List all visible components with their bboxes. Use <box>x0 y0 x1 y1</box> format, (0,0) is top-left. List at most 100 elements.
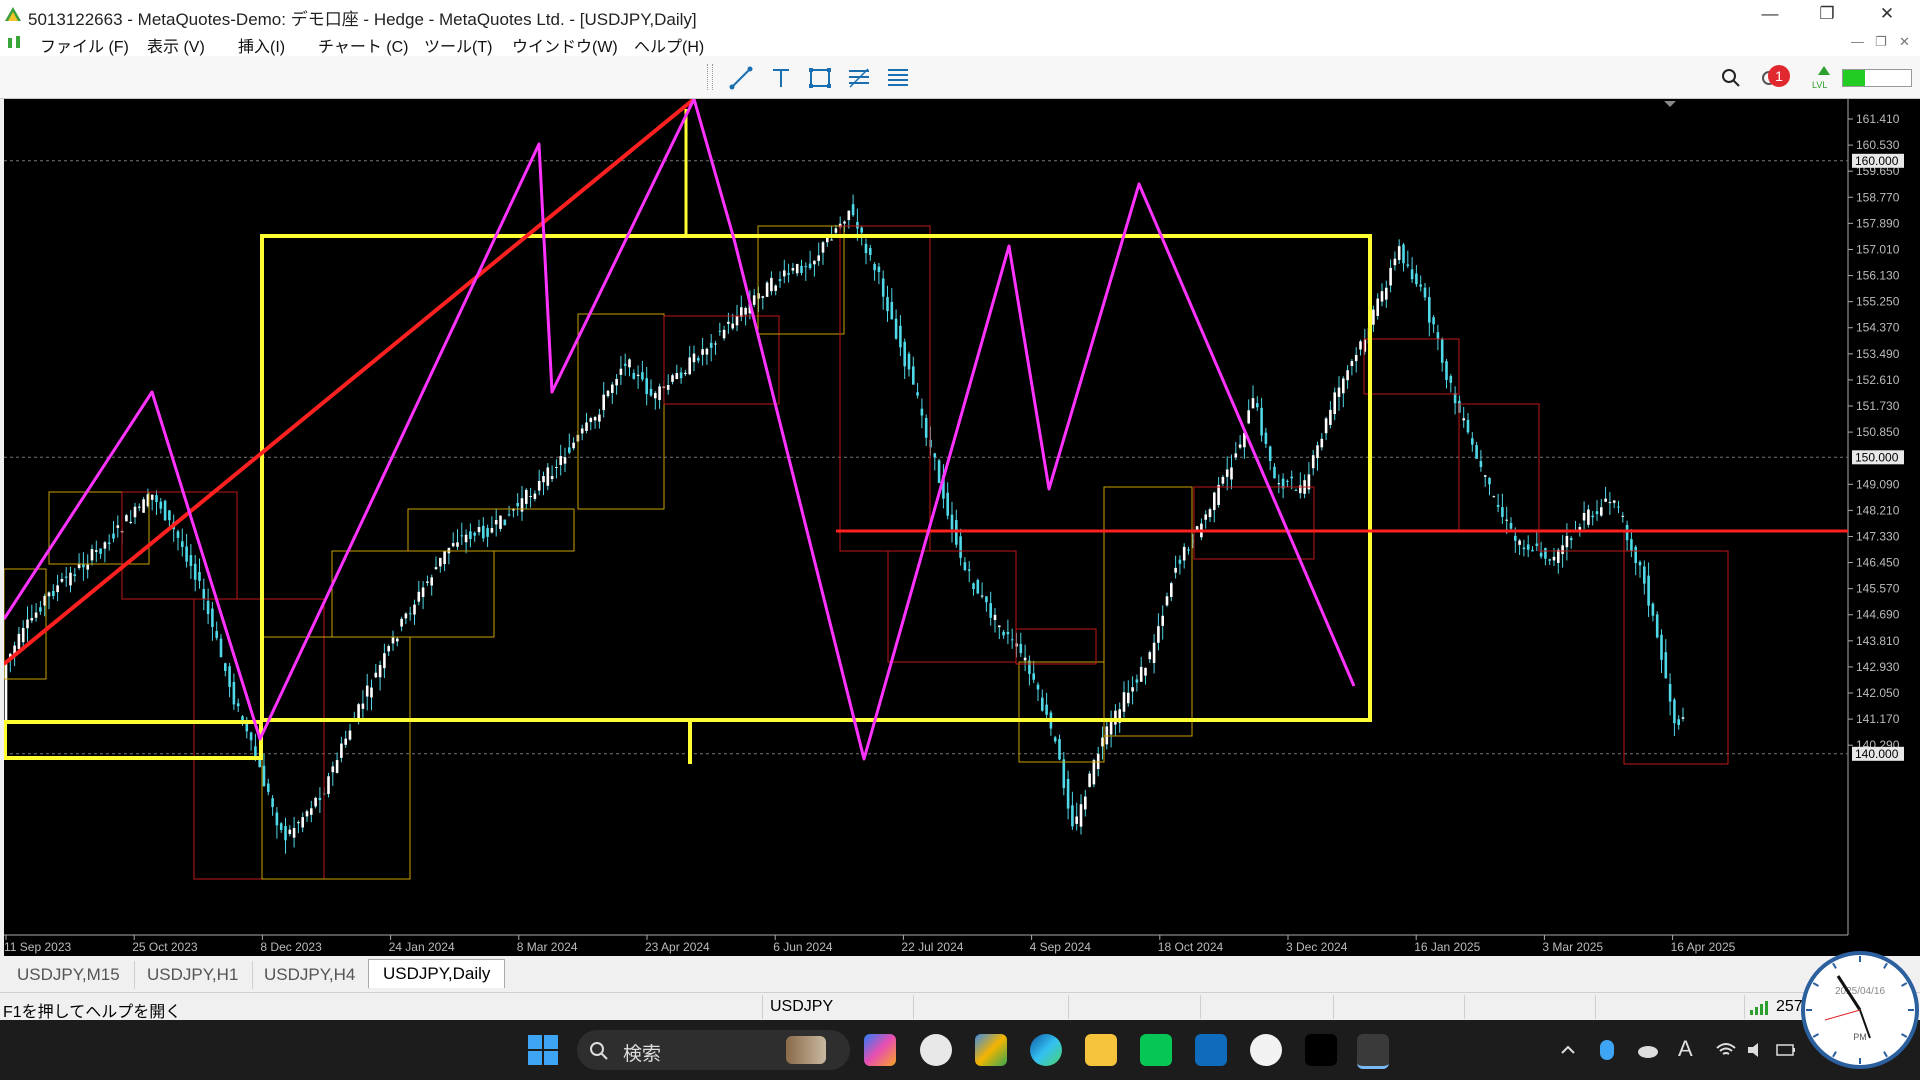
candle-body <box>155 495 158 503</box>
date-label: 3 Mar 2025 <box>1542 940 1603 954</box>
candle-body <box>133 506 137 518</box>
candle-body <box>1204 514 1207 520</box>
chart-tabs: USDJPY,M15 USDJPY,H1 USDJPY,H4 USDJPY,Da… <box>0 957 1920 991</box>
candle-body <box>1075 816 1078 824</box>
tradingview-icon[interactable] <box>1250 1034 1282 1066</box>
candle-body <box>1058 739 1061 760</box>
candle-body <box>434 567 438 570</box>
menu-insert[interactable]: 挿入(I) <box>238 33 285 57</box>
taskbar-search-placeholder: 検索 <box>623 1044 662 1065</box>
onedrive-icon[interactable] <box>1637 1042 1659 1058</box>
candle-body <box>1174 567 1177 573</box>
chart-canvas[interactable]: 161.410160.530159.650158.770157.890157.0… <box>2 97 1920 956</box>
windows-start-icon[interactable] <box>528 1035 558 1065</box>
candle-body <box>275 812 279 826</box>
candle-body <box>568 447 571 453</box>
candle-body <box>1311 455 1315 469</box>
clock-app-icon[interactable] <box>920 1034 952 1066</box>
candle-body <box>632 373 636 379</box>
mdi-minimize-button[interactable]: — <box>1851 34 1864 49</box>
candle-body <box>1483 475 1487 477</box>
candle-body <box>907 353 911 370</box>
candle-body <box>163 500 167 521</box>
price-label: 158.770 <box>1856 190 1900 204</box>
candle-body <box>705 348 709 355</box>
outlook-icon[interactable] <box>1195 1034 1227 1066</box>
line-app-icon[interactable] <box>1140 1034 1172 1066</box>
candle-body <box>817 255 820 261</box>
edge-browser-icon[interactable] <box>1030 1034 1062 1066</box>
channel-icon[interactable] <box>885 65 911 91</box>
close-button[interactable]: ✕ <box>1860 0 1914 30</box>
bluetooth-icon[interactable] <box>1600 1040 1614 1060</box>
candle-body <box>292 828 296 838</box>
price-chart[interactable]: 161.410 160.530 159.650 158.770 157.890 157.0… <box>2 97 1920 956</box>
clock-date: 2025/04/16 <box>1835 986 1885 997</box>
candle-body <box>993 614 997 620</box>
title-bar: 5013122663 - MetaQuotes-Demo: デモ口座 - Hed… <box>0 0 1920 30</box>
date-label: 22 Jul 2024 <box>901 940 963 954</box>
candle-body <box>99 548 102 554</box>
candle-body <box>972 583 975 590</box>
minimize-button[interactable]: — <box>1743 0 1797 30</box>
candle-body <box>611 384 614 393</box>
photos-icon[interactable] <box>975 1034 1007 1066</box>
candle-body <box>1638 561 1642 566</box>
mdi-restore-button[interactable]: ❐ <box>1875 34 1887 50</box>
candle-body <box>47 592 51 597</box>
candle-body <box>1023 657 1027 661</box>
candle-body <box>34 612 38 618</box>
tab-usdjpy-daily[interactable]: USDJPY,Daily <box>368 959 506 988</box>
date-label: 25 Oct 2023 <box>132 940 198 954</box>
candle-body <box>1346 370 1349 381</box>
trendline-icon[interactable] <box>728 65 754 91</box>
search-icon[interactable] <box>1718 65 1744 91</box>
candle-body <box>735 316 739 326</box>
candle-body <box>464 534 468 543</box>
menu-file[interactable]: ファイル (F) <box>40 33 129 57</box>
file-explorer-icon[interactable] <box>1085 1034 1117 1066</box>
menu-chart[interactable]: チャート (C) <box>318 33 409 57</box>
candle-body <box>976 580 980 594</box>
fibonacci-icon[interactable] <box>846 65 872 91</box>
price-label: 145.570 <box>1856 582 1900 596</box>
menu-window[interactable]: ウインドウ(W) <box>512 33 618 57</box>
copilot-icon[interactable] <box>864 1034 896 1066</box>
candle-body <box>1359 341 1362 350</box>
xm-trading-icon[interactable] <box>1305 1034 1337 1066</box>
chevron-up-icon[interactable] <box>1560 1042 1576 1058</box>
candle-body <box>1625 524 1629 541</box>
candle-body <box>1157 626 1160 643</box>
signal-strength-icon <box>1818 66 1830 75</box>
wifi-icon[interactable] <box>1716 1042 1736 1058</box>
candle-body <box>903 341 906 367</box>
tab-usdjpy-m15[interactable]: USDJPY,M15 <box>3 961 135 989</box>
text-icon[interactable] <box>768 65 794 91</box>
menu-help[interactable]: ヘルプ(H) <box>634 33 704 57</box>
menu-view[interactable]: 表示 (V) <box>147 33 205 57</box>
candle-body <box>916 392 919 396</box>
lvl-label: LVL <box>1812 80 1828 90</box>
battery-icon[interactable] <box>1776 1042 1796 1058</box>
toolbar-separator <box>712 64 714 90</box>
candle-body <box>709 342 713 348</box>
menu-tools[interactable]: ツール(T) <box>424 33 492 57</box>
candle-body <box>262 765 266 787</box>
mdi-close-button[interactable]: ✕ <box>1899 34 1910 50</box>
candle-body <box>679 372 683 379</box>
candle-body <box>107 542 111 545</box>
speaker-icon[interactable] <box>1746 1042 1766 1058</box>
tab-usdjpy-h4[interactable]: USDJPY,H4 <box>250 961 371 989</box>
candle-body <box>1397 246 1401 260</box>
candle-body <box>1535 543 1539 546</box>
ime-icon[interactable]: A <box>1678 1036 1693 1062</box>
rectangle-icon[interactable] <box>807 65 833 91</box>
restore-button[interactable]: ❐ <box>1800 0 1854 30</box>
candle-body <box>116 525 120 528</box>
metatrader-taskbar-icon[interactable] <box>1357 1034 1389 1069</box>
candle-body <box>1053 737 1057 742</box>
candle-body <box>654 392 657 399</box>
tab-usdjpy-h1[interactable]: USDJPY,H1 <box>133 961 254 989</box>
candle-body <box>1643 566 1646 584</box>
candle-body <box>920 408 924 416</box>
